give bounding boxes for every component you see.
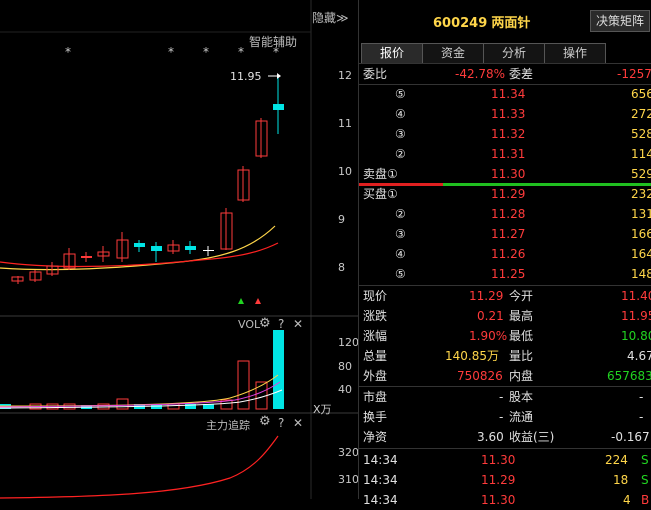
kline-chart[interactable] bbox=[0, 0, 358, 499]
order-row[interactable]: 买盘① 11.29 232 bbox=[361, 184, 651, 204]
volume-bars bbox=[0, 330, 284, 410]
stock-name: 两面针 bbox=[491, 16, 531, 31]
star-marker: * bbox=[168, 45, 174, 59]
stat-row: 市盘 - 股本 - bbox=[363, 390, 644, 404]
tab-analysis[interactable]: 分析 bbox=[483, 43, 545, 64]
mf-tick: 320 bbox=[338, 446, 359, 459]
stock-title: 600249 两面针 bbox=[433, 12, 530, 31]
close-icon[interactable]: ✕ bbox=[293, 317, 303, 331]
chart-panel[interactable]: 隐藏≫ 智能辅助 * * * * * 11.95 12 11 10 9 8 VO… bbox=[0, 0, 359, 499]
close-icon[interactable]: ✕ bbox=[293, 416, 303, 430]
tab-quote[interactable]: 报价 bbox=[361, 43, 423, 64]
vol-tick: 40 bbox=[338, 383, 352, 396]
panel-divider[interactable] bbox=[358, 0, 359, 499]
help-icon[interactable]: ? bbox=[278, 416, 284, 430]
weibi-row: 委比 -42.78% 委差 -1257 bbox=[363, 67, 651, 81]
vol-unit: X万 bbox=[313, 403, 332, 416]
stat-row: 总量 140.85万 量比 4.67 bbox=[363, 349, 651, 363]
order-row[interactable]: ③ 11.32 528 bbox=[361, 124, 651, 144]
tick-row[interactable]: 14:34 11.30 4 B bbox=[361, 490, 651, 510]
tick-row[interactable]: 14:34 11.29 18 S bbox=[361, 470, 651, 490]
order-row[interactable]: ⑤ 11.34 656 bbox=[361, 84, 651, 104]
mainforce-line bbox=[0, 435, 279, 499]
vol-tick: 80 bbox=[338, 360, 352, 373]
vol-title: VOL bbox=[238, 318, 261, 331]
help-icon[interactable]: ? bbox=[278, 317, 284, 331]
star-marker: * bbox=[65, 45, 71, 59]
star-marker: * bbox=[273, 45, 279, 59]
stat-row: 涨跌 0.21 最高 11.95 bbox=[363, 309, 651, 323]
order-row[interactable]: ② 11.28 131 bbox=[361, 204, 651, 224]
star-marker: * bbox=[238, 45, 244, 59]
mf-tick: 310 bbox=[338, 473, 359, 486]
decision-matrix-button[interactable]: 决策矩阵 bbox=[590, 10, 650, 32]
y-tick: 12 bbox=[338, 69, 352, 82]
order-row[interactable]: ④ 11.26 164 bbox=[361, 244, 651, 264]
stat-row: 换手 - 流通 - bbox=[363, 410, 644, 424]
y-tick: 10 bbox=[338, 165, 352, 178]
vol-tick: 120 bbox=[338, 336, 359, 349]
star-marker: * bbox=[203, 45, 209, 59]
tick-row[interactable]: 14:34 11.30 224 S bbox=[361, 450, 651, 470]
order-row[interactable]: ⑤ 11.25 148 bbox=[361, 264, 651, 284]
stat-row: 涨幅 1.90% 最低 10.80 bbox=[363, 329, 651, 343]
y-tick: 8 bbox=[338, 261, 345, 274]
hide-button[interactable]: 隐藏≫ bbox=[312, 9, 349, 26]
stat-row: 净资 3.60 收益(三) -0.167 bbox=[363, 430, 650, 444]
y-tick: 11 bbox=[338, 117, 352, 130]
order-row[interactable]: 卖盘① 11.30 529 bbox=[361, 164, 651, 184]
gear-icon[interactable]: ⚙ bbox=[259, 316, 271, 331]
order-row[interactable]: ② 11.31 114 bbox=[361, 144, 651, 164]
stat-row: 现价 11.29 今开 11.40 bbox=[363, 289, 651, 303]
candles bbox=[11, 78, 284, 284]
mainforce-title: 主力追踪 bbox=[206, 419, 250, 432]
y-tick: 9 bbox=[338, 213, 345, 226]
order-row[interactable]: ③ 11.27 166 bbox=[361, 224, 651, 244]
gear-icon[interactable]: ⚙ bbox=[259, 414, 271, 429]
stock-code: 600249 bbox=[433, 16, 488, 31]
tab-funds[interactable]: 资金 bbox=[422, 43, 484, 64]
stat-row: 外盘 750826 内盘 657683 bbox=[363, 369, 651, 383]
tab-operate[interactable]: 操作 bbox=[544, 43, 606, 64]
high-price-marker: 11.95 bbox=[230, 70, 262, 83]
order-row[interactable]: ④ 11.33 272 bbox=[361, 104, 651, 124]
